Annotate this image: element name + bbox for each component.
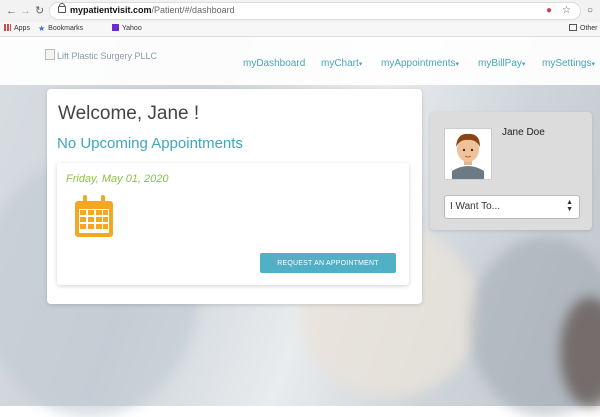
- appointment-card: Friday, May 01, 2020 REQUEST AN APPOINTM…: [57, 163, 409, 285]
- nav-mybillpay[interactable]: myBillPay▾: [478, 58, 525, 69]
- appointment-date: Friday, May 01, 2020: [66, 173, 169, 185]
- clinic-logo[interactable]: Lift Plastic Surgery PLLC: [45, 49, 157, 61]
- caret-down-icon: ▾: [521, 61, 526, 68]
- caret-down-icon: ▾: [358, 61, 363, 68]
- star-icon[interactable]: ☆: [562, 5, 571, 16]
- appointments-status: No Upcoming Appointments: [57, 135, 243, 152]
- nav-myappointments[interactable]: myAppointments▾: [381, 58, 459, 69]
- caret-down-icon: ▾: [455, 61, 459, 68]
- url-text: mypatientvisit.com/Patient/#/dashboard: [70, 5, 235, 15]
- select-value: I Want To...: [450, 201, 501, 212]
- site-header: Lift Plastic Surgery PLLC myDashboard my…: [0, 37, 600, 85]
- i-want-to-select[interactable]: I Want To... ▲ ▼: [444, 195, 580, 219]
- bookmark-apps[interactable]: Apps: [4, 24, 30, 34]
- back-icon[interactable]: ←: [6, 3, 17, 19]
- nav-mysettings[interactable]: mySettings▾: [542, 58, 595, 69]
- apps-grid-icon: [4, 24, 11, 31]
- address-bar[interactable]: mypatientvisit.com/Patient/#/dashboard ●…: [50, 3, 580, 19]
- page-title: Welcome, Jane !: [58, 103, 200, 124]
- star-icon: ★: [38, 24, 46, 33]
- bookmark-yahoo[interactable]: Yahoo: [112, 24, 142, 34]
- bookmark-other[interactable]: Other: [569, 24, 598, 34]
- request-appointment-button[interactable]: REQUEST AN APPOINTMENT: [260, 253, 396, 273]
- extension-icon[interactable]: ●: [546, 5, 552, 16]
- lock-icon: [58, 3, 66, 13]
- browser-toolbar: ← → ↻ mypatientvisit.com/Patient/#/dashb…: [0, 0, 600, 22]
- user-avatar-icon: [444, 128, 492, 180]
- bookmarks-bar: Apps ★ Bookmarks Yahoo Other: [0, 22, 600, 37]
- profile-card: Jane Doe I Want To... ▲ ▼: [430, 112, 592, 230]
- bookmark-bookmarks[interactable]: ★ Bookmarks: [38, 24, 83, 34]
- broken-image-icon: [45, 49, 55, 60]
- nav-mychart[interactable]: myChart▾: [321, 58, 362, 69]
- welcome-panel: Welcome, Jane ! No Upcoming Appointments…: [47, 89, 422, 304]
- page-background: Lift Plastic Surgery PLLC myDashboard my…: [0, 37, 600, 417]
- yahoo-icon: [112, 24, 119, 31]
- nav-mydashboard[interactable]: myDashboard: [243, 58, 305, 69]
- folder-icon: [569, 24, 577, 31]
- profile-circle-icon[interactable]: ○: [587, 5, 593, 16]
- profile-name: Jane Doe: [502, 127, 545, 138]
- select-arrows-icon: ▲ ▼: [566, 199, 573, 213]
- reload-icon[interactable]: ↻: [35, 3, 44, 19]
- forward-icon[interactable]: →: [20, 3, 31, 19]
- caret-down-icon: ▾: [591, 61, 595, 68]
- calendar-icon: [75, 195, 113, 237]
